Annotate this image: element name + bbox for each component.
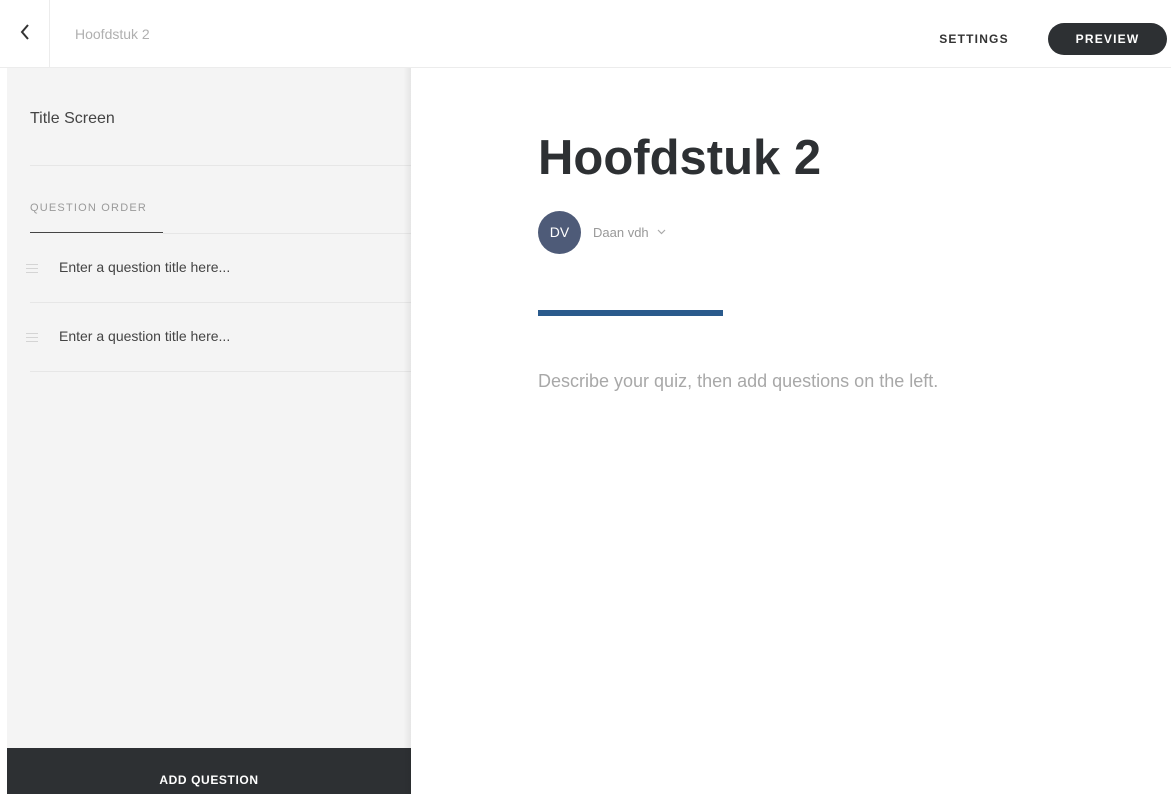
quiz-title[interactable]: Hoofdstuk 2 — [538, 130, 821, 186]
divider — [30, 371, 411, 372]
drag-handle-icon[interactable] — [26, 333, 38, 342]
sidebar: Title Screen QUESTION ORDER Enter a ques… — [7, 68, 411, 794]
question-title-placeholder: Enter a question title here... — [59, 259, 231, 275]
top-bar: Hoofdstuk 2 SETTINGS PREVIEW — [0, 0, 1171, 68]
question-title-placeholder: Enter a question title here... — [59, 328, 231, 344]
question-order-tab-underline — [30, 232, 163, 233]
back-button[interactable] — [0, 0, 50, 68]
description-input[interactable]: Describe your quiz, then add questions o… — [538, 371, 938, 392]
add-question-button[interactable]: ADD QUESTION — [7, 748, 411, 794]
document-title: Hoofdstuk 2 — [75, 26, 150, 42]
avatar: DV — [538, 210, 581, 254]
divider — [30, 165, 411, 166]
author-selector[interactable]: DV Daan vdh — [538, 210, 666, 254]
chevron-left-icon — [19, 23, 31, 46]
author-name: Daan vdh — [593, 224, 649, 240]
preview-button[interactable]: PREVIEW — [1048, 23, 1167, 55]
question-item[interactable]: Enter a question title here... — [14, 234, 411, 303]
question-item[interactable]: Enter a question title here... — [14, 303, 411, 372]
chevron-down-icon — [657, 229, 666, 235]
title-accent-bar — [538, 310, 723, 316]
settings-button[interactable]: SETTINGS — [921, 23, 1027, 55]
drag-handle-icon[interactable] — [26, 264, 38, 273]
question-order-label[interactable]: QUESTION ORDER — [30, 202, 147, 214]
title-screen-item[interactable]: Title Screen — [30, 110, 411, 128]
